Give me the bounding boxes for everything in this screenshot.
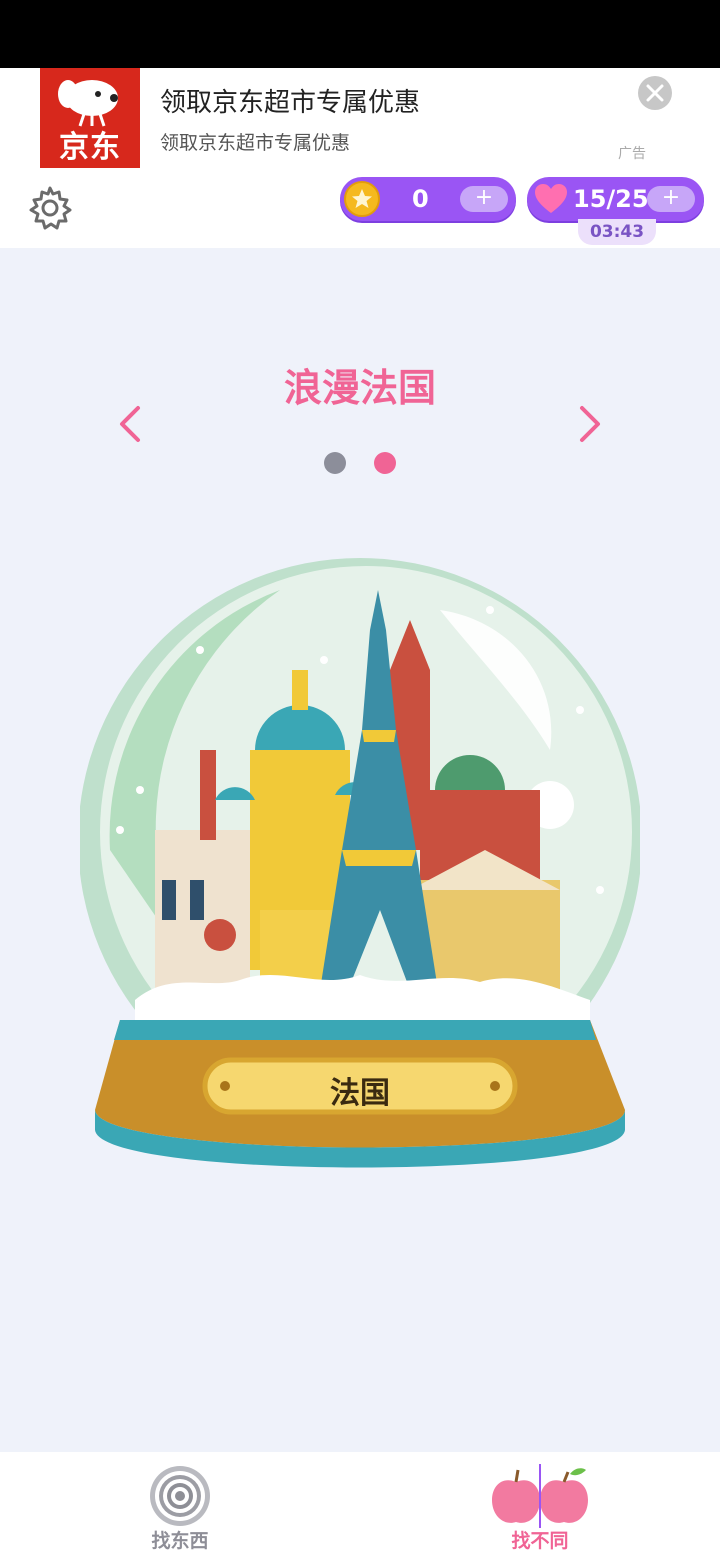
lives-timer: 03:43 xyxy=(578,219,656,245)
coins-value: 0 xyxy=(412,185,429,213)
heart-icon xyxy=(535,184,567,213)
nav-spot-difference[interactable]: 找不同 xyxy=(440,1452,640,1560)
jd-logo-text: 京东 xyxy=(59,130,121,165)
ad-subtitle[interactable]: 领取京东超市专属优惠 xyxy=(160,128,350,155)
bottom-nav: 找东西 找不同 xyxy=(0,1452,720,1560)
page-dot-1[interactable] xyxy=(324,452,346,474)
coins-counter: 0 + xyxy=(340,177,516,221)
lives-counter: 15/25 + xyxy=(527,177,704,221)
star-coin-icon xyxy=(344,181,380,217)
level-title: 浪漫法国 xyxy=(283,366,436,410)
add-coins-button[interactable]: + xyxy=(460,186,508,212)
apples-icon xyxy=(492,1464,588,1528)
lives-value: 15/25 xyxy=(573,185,649,213)
ad-close-button[interactable] xyxy=(638,76,672,110)
ad-banner[interactable]: 京东 领取京东超市专属优惠 领取京东超市专属优惠 广告 xyxy=(0,68,720,168)
ad-title[interactable]: 领取京东超市专属优惠 xyxy=(160,82,420,119)
jd-logo: 京东 xyxy=(40,68,140,168)
nav-diff-label: 找不同 xyxy=(511,1530,569,1552)
close-icon xyxy=(646,84,664,102)
target-icon xyxy=(150,1466,210,1526)
ad-label: 广告 xyxy=(618,146,646,162)
jd-dog-icon xyxy=(58,80,118,127)
add-lives-button[interactable]: + xyxy=(647,186,695,212)
page-dot-2-active[interactable] xyxy=(374,452,396,474)
gear-icon[interactable] xyxy=(26,184,74,232)
chevron-left-icon[interactable] xyxy=(110,400,150,448)
chevron-right-icon[interactable] xyxy=(570,400,610,448)
nav-find-objects[interactable]: 找东西 xyxy=(80,1452,280,1560)
nav-find-label: 找东西 xyxy=(151,1530,209,1552)
globe-plaque-label: 法国 xyxy=(330,1076,390,1111)
status-bar xyxy=(0,0,720,68)
top-bar: 0 + 15/25 + 03:43 xyxy=(0,168,720,248)
